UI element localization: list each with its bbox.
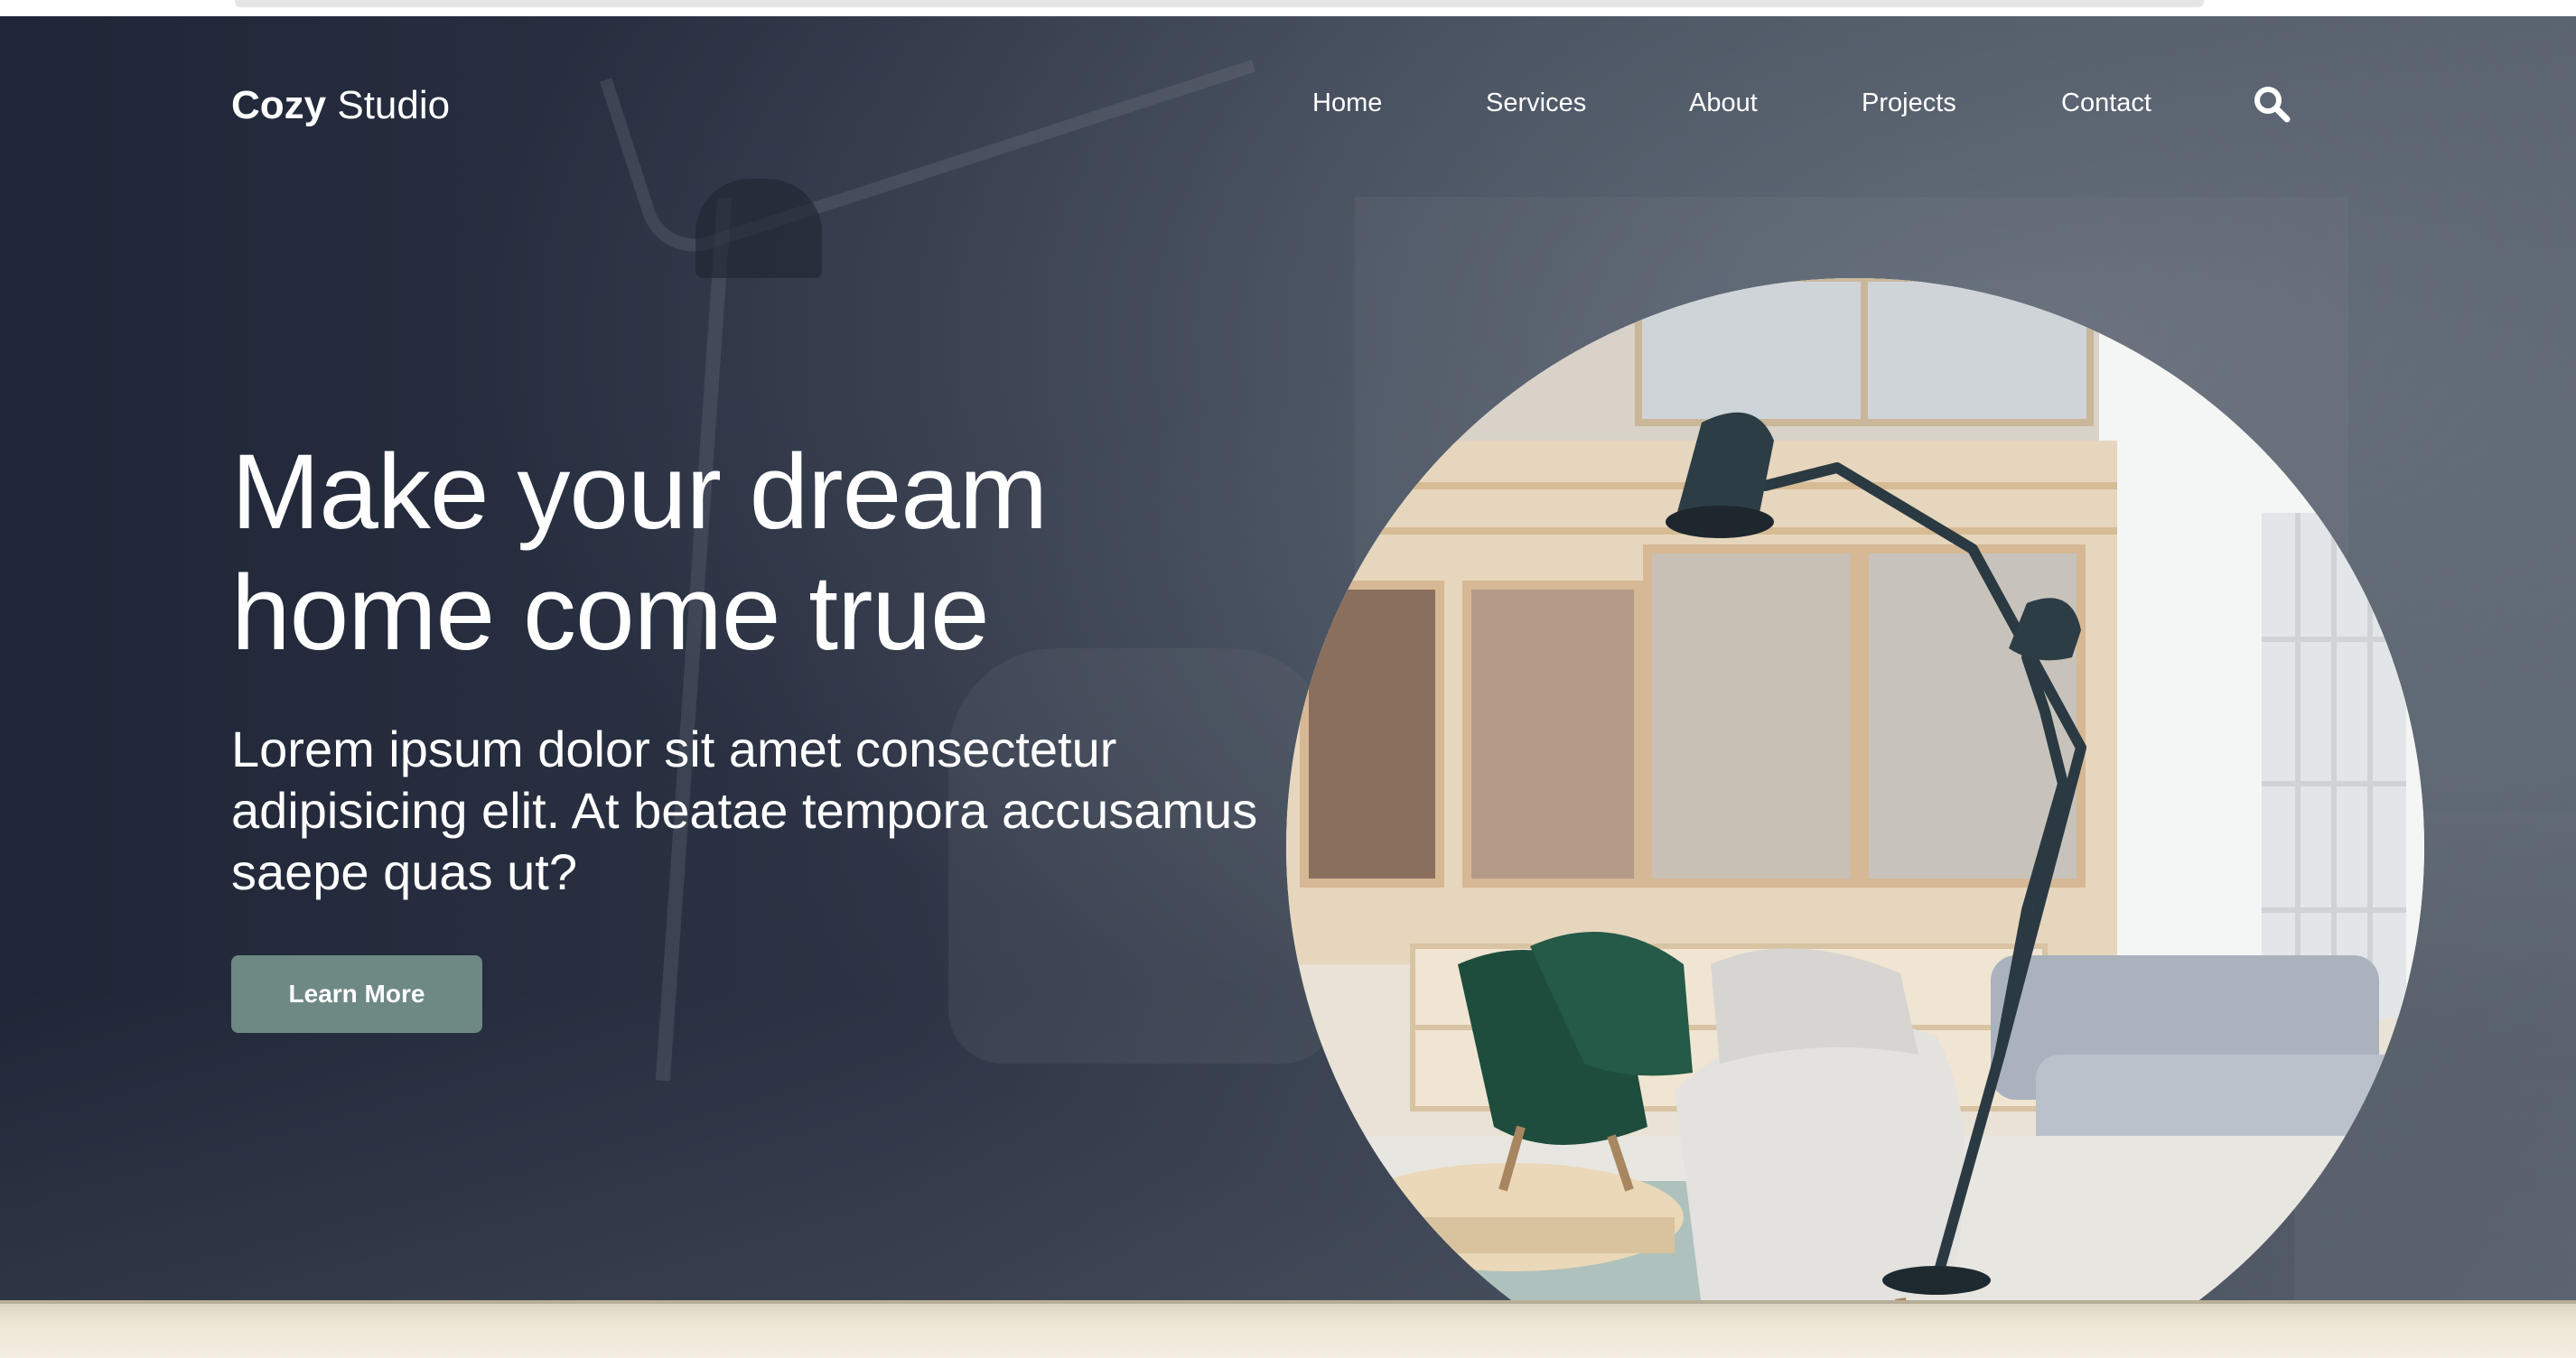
search-icon <box>2254 87 2291 123</box>
bottom-divider <box>0 1300 2576 1304</box>
hero-headline: Make your dream home come true <box>231 432 1405 674</box>
living-room-illustration <box>1286 278 2424 1300</box>
nav-services[interactable]: Services <box>1486 88 1586 118</box>
headline-line-2: home come true <box>231 553 990 673</box>
background-lamp-shade <box>695 179 822 278</box>
browser-top-strip <box>0 0 2576 16</box>
hero-subtext: Lorem ipsum dolor sit amet consectetur a… <box>231 721 1258 900</box>
logo-text: Studio <box>326 83 451 127</box>
brand-logo[interactable]: Cozy Studio <box>231 83 450 128</box>
hero-photo <box>1286 278 2424 1300</box>
top-bar <box>235 0 2204 7</box>
headline-line-1: Make your dream <box>231 433 1048 552</box>
learn-more-button[interactable]: Learn More <box>231 955 482 1033</box>
nav-home[interactable]: Home <box>1312 88 1382 118</box>
bottom-section-preview <box>0 1300 2576 1358</box>
logo-bold-text: Cozy <box>231 83 327 127</box>
nav-projects[interactable]: Projects <box>1862 88 1956 118</box>
background-lamp-arm <box>599 16 1256 265</box>
hero-section: Cozy Studio Home Services About Projects… <box>0 16 2576 1300</box>
search-button[interactable] <box>2253 85 2292 125</box>
nav-contact[interactable]: Contact <box>2061 88 2151 118</box>
nav-about[interactable]: About <box>1689 88 1758 118</box>
